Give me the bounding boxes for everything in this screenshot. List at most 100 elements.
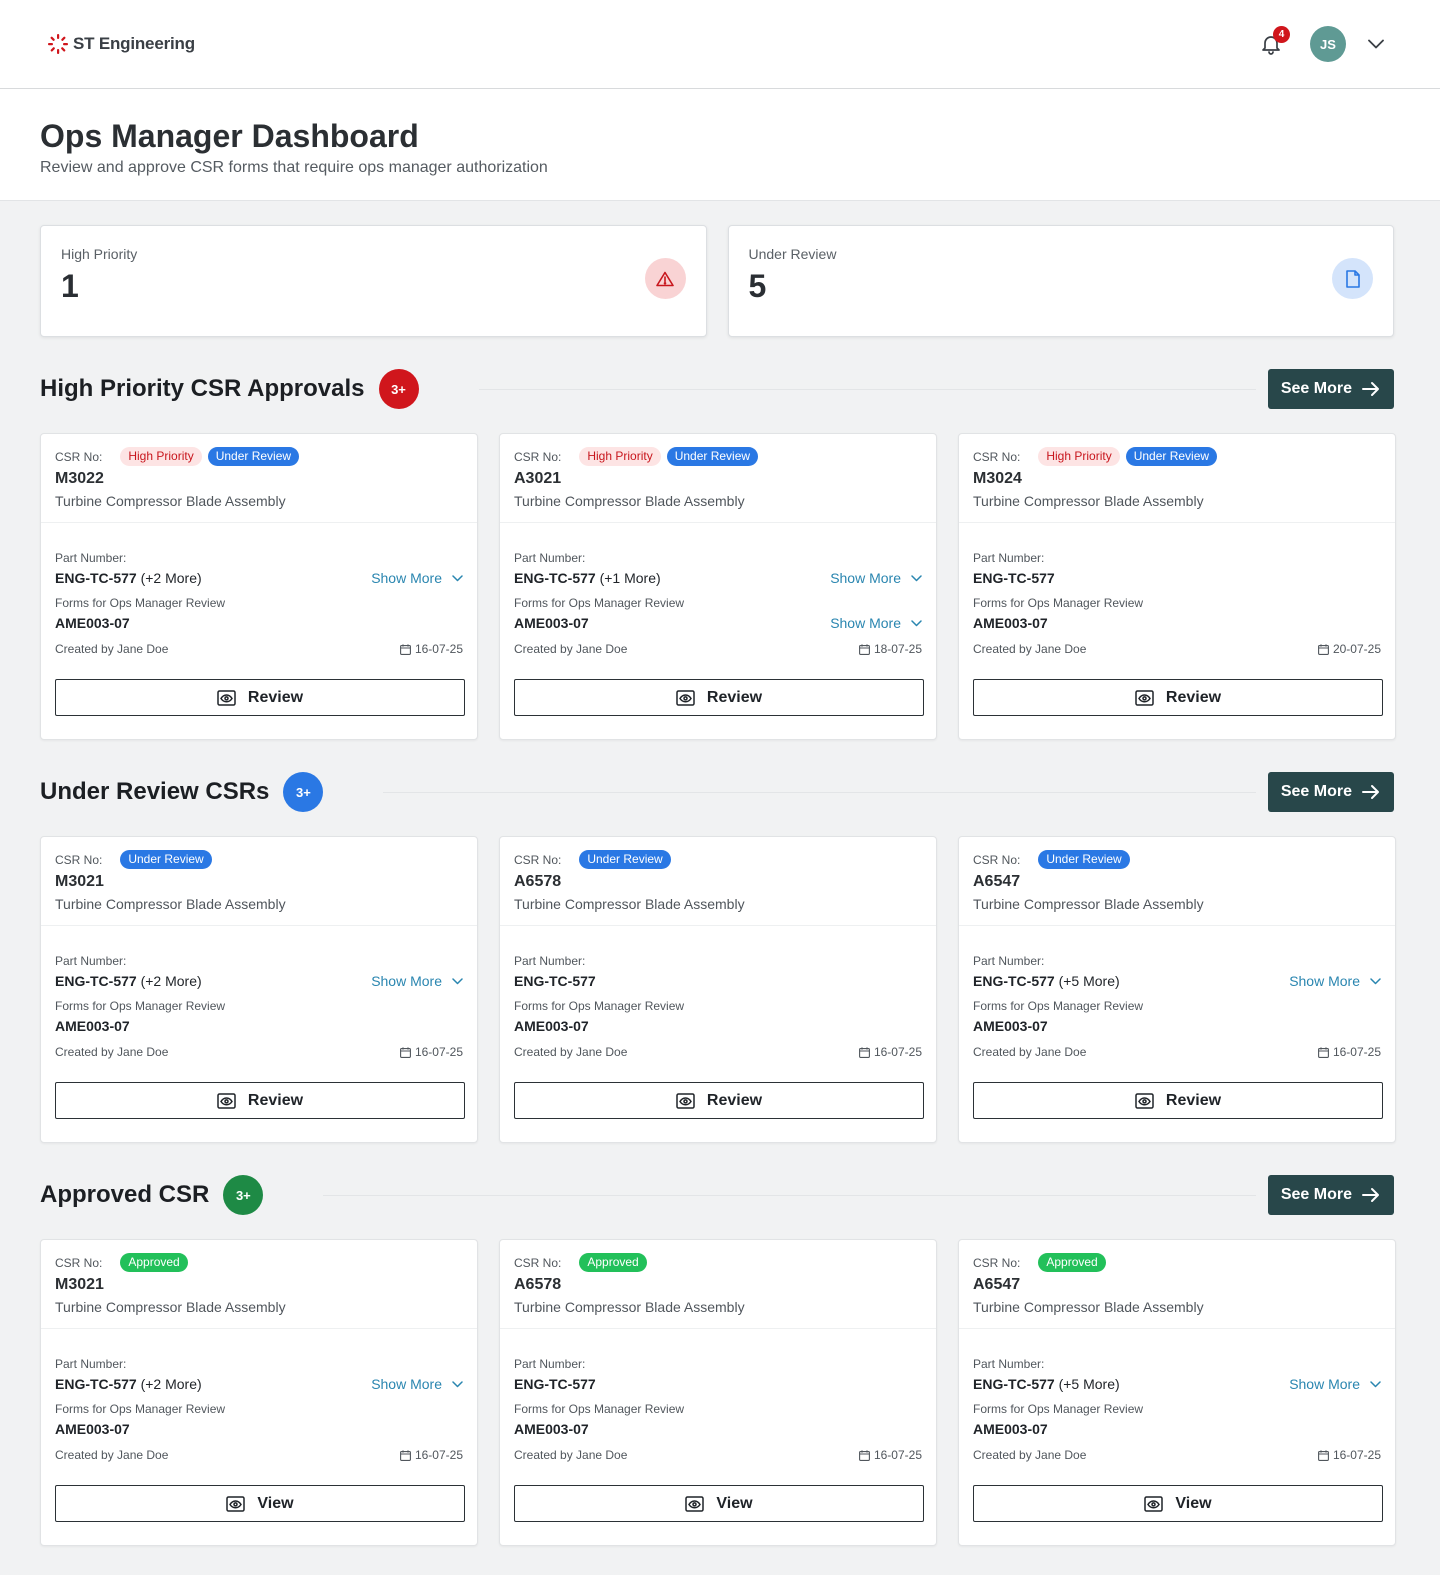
status-tags: High Priority Under Review <box>120 447 300 466</box>
show-more-parts[interactable]: Show More <box>371 1376 463 1392</box>
form-value: AME003-07 <box>55 1421 130 1437</box>
stat-label: Under Review <box>748 246 837 262</box>
csr-card: CSR No: High Priority Under Review M3022 … <box>40 433 478 740</box>
section-header: High Priority CSR Approvals 3+ See More <box>40 369 1394 409</box>
card-action-button[interactable]: View <box>514 1485 924 1522</box>
status-badge: High Priority <box>1038 447 1120 466</box>
forms-label: Forms for Ops Manager Review <box>55 1402 226 1416</box>
csr-description: Turbine Compressor Blade Assembly <box>55 1299 286 1315</box>
chevron-down-icon[interactable] <box>1368 39 1384 49</box>
section-title: Approved CSR <box>40 1181 210 1208</box>
calendar-icon <box>859 643 870 655</box>
section-header: Approved CSR 3+ See More <box>40 1175 1394 1215</box>
part-number-value: ENG-TC-577 (+2 More) <box>55 570 202 586</box>
csr-number: A6547 <box>973 873 1021 890</box>
card-action-button[interactable]: Review <box>55 679 465 716</box>
form-value: AME003-07 <box>973 1018 1048 1034</box>
part-number-label: Part Number: <box>55 551 127 565</box>
csr-number: A6547 <box>973 1276 1021 1293</box>
forms-label: Forms for Ops Manager Review <box>514 999 685 1013</box>
created-date: 16-07-25 <box>400 642 463 656</box>
section-divider <box>383 791 1256 793</box>
status-badge: Under Review <box>666 447 759 466</box>
csr-card: CSR No: Under Review M3021 Turbine Compr… <box>40 836 478 1143</box>
status-tags: High Priority Under Review <box>1038 447 1218 466</box>
show-more-parts[interactable]: Show More <box>371 973 463 989</box>
created-date: 16-07-25 <box>400 1448 463 1462</box>
top-nav: ST Engineering 4 JS <box>0 0 1440 89</box>
created-date: 20-07-25 <box>1318 642 1381 656</box>
part-number-value: ENG-TC-577 (+5 More) <box>973 973 1120 989</box>
warning-triangle-icon <box>644 258 686 299</box>
calendar-icon <box>400 1046 411 1058</box>
notification-count-badge: 4 <box>1273 26 1290 43</box>
calendar-icon <box>859 1046 870 1058</box>
chevron-down-icon <box>452 977 463 984</box>
status-tags: Approved <box>1038 1253 1106 1272</box>
csr-description: Turbine Compressor Blade Assembly <box>55 493 286 509</box>
csr-description: Turbine Compressor Blade Assembly <box>973 493 1204 509</box>
csr-description: Turbine Compressor Blade Assembly <box>514 896 745 912</box>
part-number-value: ENG-TC-577 (+2 More) <box>55 1376 202 1392</box>
created-date: 16-07-25 <box>859 1045 922 1059</box>
csr-number: M3024 <box>973 470 1022 487</box>
card-action-button[interactable]: Review <box>514 679 924 716</box>
part-number-label: Part Number: <box>55 954 127 968</box>
created-date: 16-07-25 <box>400 1045 463 1059</box>
csr-description: Turbine Compressor Blade Assembly <box>973 1299 1204 1315</box>
brand-logo[interactable]: ST Engineering <box>47 33 195 55</box>
card-action-button[interactable]: Review <box>514 1082 924 1119</box>
part-number-value: ENG-TC-577 (+2 More) <box>55 973 202 989</box>
forms-label: Forms for Ops Manager Review <box>973 999 1144 1013</box>
card-action-button[interactable]: Review <box>973 679 1383 716</box>
status-badge: Under Review <box>579 850 671 869</box>
user-menu[interactable]: JS <box>1310 26 1384 62</box>
show-more-parts[interactable]: Show More <box>1289 973 1381 989</box>
form-value: AME003-07 <box>55 1018 130 1034</box>
card-action-button[interactable]: View <box>55 1485 465 1522</box>
card-row: CSR No: Approved M3021 Turbine Compresso… <box>40 1239 1396 1546</box>
card-action-button[interactable]: Review <box>55 1082 465 1119</box>
part-number-label: Part Number: <box>973 954 1045 968</box>
stat-label: High Priority <box>61 246 138 262</box>
form-value: AME003-07 <box>514 615 589 631</box>
avatar[interactable]: JS <box>1310 26 1346 62</box>
csr-no-label: CSR No: <box>973 449 1021 464</box>
show-more-parts[interactable]: Show More <box>830 570 922 586</box>
notifications-button[interactable]: 4 <box>1258 26 1290 57</box>
status-badge: Under Review <box>1125 447 1218 466</box>
eye-icon <box>1135 689 1154 706</box>
show-more-parts[interactable]: Show More <box>371 570 463 586</box>
csr-number: A3021 <box>514 470 562 487</box>
calendar-icon <box>1318 1046 1329 1058</box>
status-badge: Approved <box>1038 1253 1106 1272</box>
csr-number: M3022 <box>55 470 104 487</box>
forms-label: Forms for Ops Manager Review <box>973 596 1144 610</box>
status-badge: Under Review <box>1038 850 1130 869</box>
csr-card: CSR No: Under Review A6578 Turbine Compr… <box>499 836 937 1143</box>
see-more-button[interactable]: See More <box>1267 369 1394 409</box>
stat-card-high-priority: High Priority 1 <box>40 225 707 337</box>
show-more-parts[interactable]: Show More <box>1289 1376 1381 1392</box>
card-row: CSR No: High Priority Under Review M3022 … <box>40 433 1396 740</box>
part-number-label: Part Number: <box>973 551 1045 565</box>
card-action-button[interactable]: Review <box>973 1082 1383 1119</box>
section-count-badge: 3+ <box>283 772 324 812</box>
eye-icon <box>217 1092 236 1109</box>
show-more-forms[interactable]: Show More <box>830 615 922 631</box>
status-badge: Under Review <box>207 447 300 466</box>
csr-card: CSR No: Approved A6578 Turbine Compresso… <box>499 1239 937 1546</box>
eye-icon <box>226 1495 246 1512</box>
page-title: Ops Manager Dashboard <box>40 118 419 154</box>
csr-description: Turbine Compressor Blade Assembly <box>973 896 1204 912</box>
csr-section: Approved CSR 3+ See More CSR No: Approve… <box>40 1175 1396 1546</box>
created-date: 16-07-25 <box>859 1448 922 1462</box>
calendar-icon <box>1318 643 1329 655</box>
forms-label: Forms for Ops Manager Review <box>55 999 226 1013</box>
see-more-button[interactable]: See More <box>1267 1175 1394 1215</box>
see-more-button[interactable]: See More <box>1267 772 1394 812</box>
created-by: Created by Jane Doe <box>55 642 169 656</box>
status-tags: Under Review <box>1038 850 1130 869</box>
card-action-button[interactable]: View <box>973 1485 1383 1522</box>
section-divider <box>323 1194 1256 1196</box>
